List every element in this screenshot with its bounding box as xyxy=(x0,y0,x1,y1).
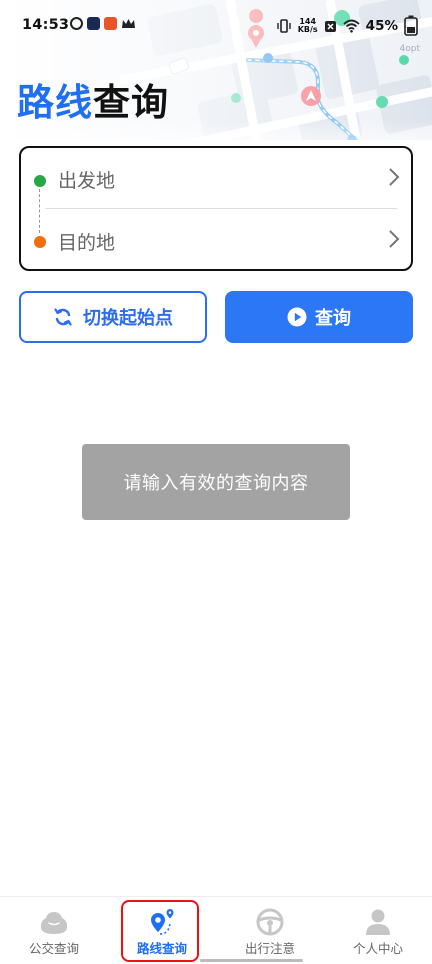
title-dark: 查询 xyxy=(93,81,169,124)
crown-icon xyxy=(122,19,135,28)
origin-field[interactable]: 出发地 xyxy=(21,148,411,208)
toast-message: 请输入有效的查询内容 xyxy=(82,444,350,520)
tab-travel-notice-label: 出行注意 xyxy=(244,941,295,956)
origin-dot-icon xyxy=(34,175,46,187)
notification-shop-icon xyxy=(104,17,117,30)
home-indicator[interactable] xyxy=(200,959,303,962)
status-bar: 14:53 144 KB/s 45% 4opt xyxy=(0,0,432,54)
route-input-card: 出发地 目的地 xyxy=(19,146,413,271)
bus-query-icon xyxy=(40,912,68,934)
status-right-group: 144 KB/s 45% xyxy=(276,15,418,37)
origin-placeholder: 出发地 xyxy=(58,170,116,192)
corner-tag: 4opt xyxy=(399,44,420,54)
battery-percent: 45% xyxy=(365,18,398,34)
tab-profile[interactable]: 个人中心 xyxy=(324,897,432,964)
destination-placeholder: 目的地 xyxy=(58,232,116,254)
active-tab-highlight-frame xyxy=(121,900,199,962)
wifi-icon xyxy=(343,19,360,33)
route-divider xyxy=(45,208,397,209)
swap-refresh-icon xyxy=(54,308,72,326)
tab-profile-label: 个人中心 xyxy=(352,941,403,956)
notification-app-icon xyxy=(70,17,83,30)
swap-endpoints-button[interactable]: 切换起始点 xyxy=(19,291,207,343)
play-circle-icon xyxy=(287,307,307,327)
tab-bus-query[interactable]: 公交查询 xyxy=(0,897,108,964)
tab-bus-query-label: 公交查询 xyxy=(28,941,79,956)
toast-text: 请输入有效的查询内容 xyxy=(123,473,309,494)
query-label: 查询 xyxy=(315,308,351,329)
page-title: 路线查询 xyxy=(17,72,169,126)
tab-travel-notice[interactable]: 出行注意 xyxy=(216,897,324,964)
chevron-right-icon xyxy=(389,168,400,186)
query-button[interactable]: 查询 xyxy=(225,291,413,343)
destination-field[interactable]: 目的地 xyxy=(21,210,411,270)
bottom-tab-bar: 公交查询 路线查询 出行注意 个人中心 xyxy=(0,896,432,964)
status-time: 14:53 xyxy=(22,17,70,33)
chevron-right-icon xyxy=(389,230,400,248)
vibrate-icon xyxy=(276,19,291,33)
destination-dot-icon xyxy=(34,236,46,248)
title-accent: 路线 xyxy=(17,81,93,124)
sim-no-signal-icon xyxy=(324,20,336,32)
net-speed-unit: KB/s xyxy=(297,25,318,34)
swap-endpoints-label: 切换起始点 xyxy=(83,308,173,329)
notification-video-icon xyxy=(87,17,100,30)
battery-icon xyxy=(404,15,418,36)
net-speed: 144 KB/s xyxy=(298,18,318,34)
steering-wheel-icon xyxy=(256,908,284,936)
person-icon xyxy=(366,909,390,935)
